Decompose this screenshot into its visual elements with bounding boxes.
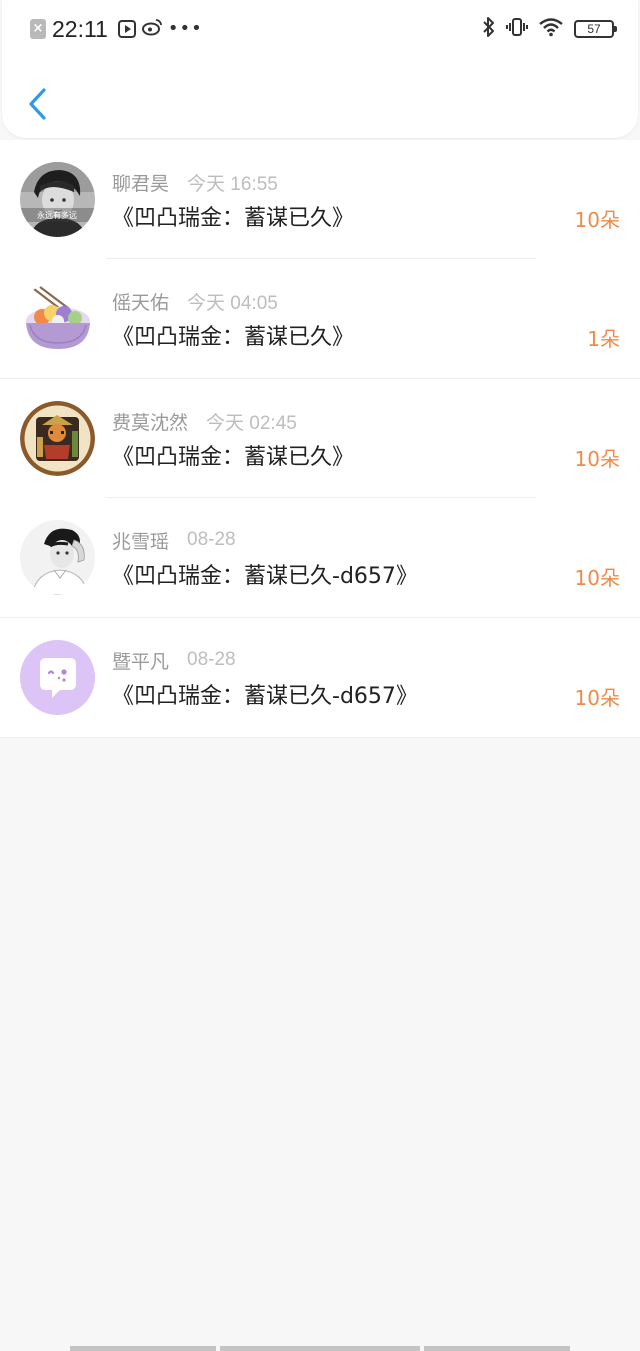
status-left: × 22:11 ••• — [30, 14, 203, 44]
header: × 22:11 ••• 57 — [2, 0, 638, 138]
list-item[interactable]: 傜天佑 今天 04:05 《凹凸瑞金：蓄谋已久》 1朵 — [0, 259, 640, 379]
weibo-icon — [141, 18, 162, 41]
list-item[interactable]: 兆雪瑶 08-28 《凹凸瑞金：蓄谋已久-d657》 10朵 — [0, 498, 640, 618]
vibrate-icon — [506, 16, 528, 42]
wifi-icon — [538, 17, 564, 41]
list-item[interactable]: 永远有多远 聊君昊 今天 16:55 《凹凸瑞金：蓄谋已久》 10朵 — [0, 140, 640, 259]
timestamp: 今天 04:05 — [187, 292, 278, 314]
meta-line: 暨平凡 08-28 — [112, 646, 236, 674]
warrior-badge-avatar[interactable] — [20, 401, 95, 476]
timestamp: 08-28 — [187, 529, 236, 550]
boy-photo-avatar[interactable]: 永远有多远 — [20, 162, 95, 237]
purple-chat-avatar[interactable] — [20, 640, 95, 715]
status-right: 57 — [482, 16, 617, 42]
list-item[interactable]: 暨平凡 08-28 《凹凸瑞金：蓄谋已久-d657》 10朵 — [0, 618, 640, 738]
gift-count: 10朵 — [574, 686, 620, 710]
meta-line: 兆雪瑶 08-28 — [112, 526, 236, 554]
gift-list: 永远有多远 聊君昊 今天 16:55 《凹凸瑞金：蓄谋已久》 10朵 傜天佑 今… — [0, 140, 640, 738]
gift-title: 《凹凸瑞金：蓄谋已久-d657》 — [112, 684, 418, 709]
bottom-indicator-bar — [70, 1346, 216, 1351]
man-sketch-avatar[interactable] — [20, 520, 95, 595]
food-bowl-avatar[interactable] — [20, 281, 95, 356]
gift-title: 《凹凸瑞金：蓄谋已久》 — [112, 445, 355, 470]
bluetooth-icon — [482, 16, 496, 42]
chevron-left-icon — [29, 88, 46, 120]
gift-title: 《凹凸瑞金：蓄谋已久》 — [112, 325, 355, 350]
bottom-indicator-bar — [424, 1346, 570, 1351]
video-app-icon — [117, 20, 136, 38]
sender-name: 兆雪瑶 — [112, 530, 170, 553]
list-item[interactable]: 费莫沈然 今天 02:45 《凹凸瑞金：蓄谋已久》 10朵 — [0, 379, 640, 498]
avatar-caption: 永远有多远 — [37, 210, 77, 220]
gift-count: 10朵 — [574, 447, 620, 471]
gift-count: 1朵 — [587, 327, 620, 351]
timestamp: 今天 02:45 — [206, 412, 297, 434]
gift-count: 10朵 — [574, 566, 620, 590]
gift-list-page: × 22:11 ••• 57 永远有多远 聊君昊 今天 16:55 《凹凸瑞金：… — [0, 0, 640, 1351]
back-button[interactable] — [20, 84, 56, 124]
status-bar: × 22:11 ••• 57 — [2, 0, 640, 58]
sender-name: 暨平凡 — [112, 650, 170, 673]
timestamp: 今天 16:55 — [187, 173, 278, 195]
gift-title: 《凹凸瑞金：蓄谋已久》 — [112, 206, 355, 231]
gift-count: 10朵 — [574, 208, 620, 232]
more-dots-icon: ••• — [167, 18, 203, 39]
meta-line: 聊君昊 今天 16:55 — [112, 168, 278, 196]
close-notification-icon: × — [30, 19, 46, 39]
sender-name: 傜天佑 — [112, 291, 170, 314]
battery-level: 57 — [587, 22, 601, 36]
gift-title: 《凹凸瑞金：蓄谋已久-d657》 — [112, 564, 418, 589]
meta-line: 傜天佑 今天 04:05 — [112, 287, 278, 315]
timestamp: 08-28 — [187, 649, 236, 670]
battery-icon: 57 — [574, 20, 617, 38]
sender-name: 费莫沈然 — [112, 411, 189, 434]
bottom-indicator-bar — [220, 1346, 420, 1351]
meta-line: 费莫沈然 今天 02:45 — [112, 407, 297, 435]
sender-name: 聊君昊 — [112, 172, 170, 195]
status-time: 22:11 — [52, 15, 108, 42]
